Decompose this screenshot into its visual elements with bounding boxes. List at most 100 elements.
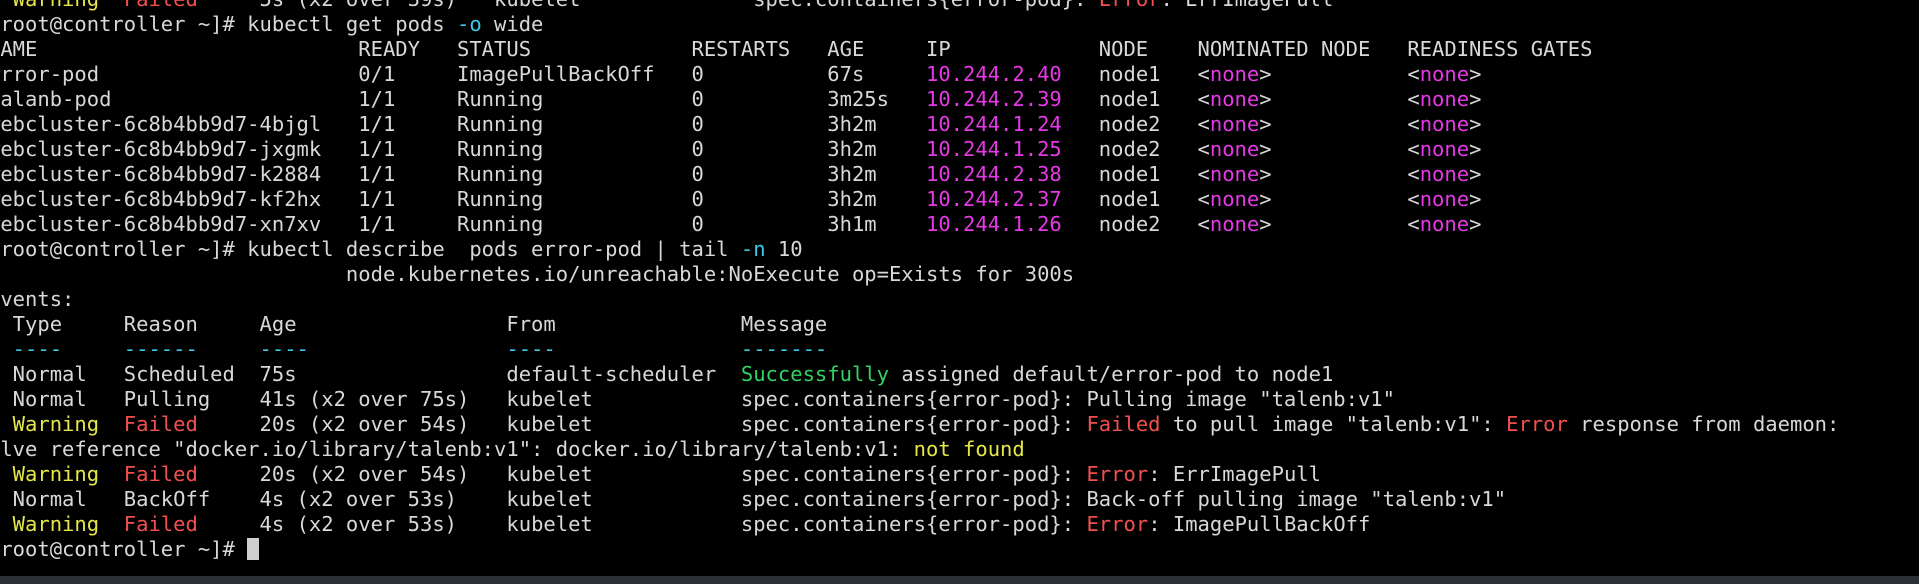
terminal-text: > bbox=[1469, 162, 1482, 186]
terminal-text: [root@controller ~]# bbox=[0, 537, 248, 561]
terminal-text: < bbox=[1197, 212, 1210, 236]
terminal-line: ---- ------ ---- ---- ------- bbox=[0, 337, 1852, 362]
terminal-text: none bbox=[1419, 87, 1470, 111]
terminal-text: webcluster-6c8b4bb9d7-jxgmk 1/1 Running … bbox=[0, 137, 926, 161]
terminal-text: 10.244.2.39 bbox=[926, 87, 1062, 111]
terminal-text: none bbox=[1419, 187, 1470, 211]
terminal-text: < bbox=[1197, 137, 1210, 161]
terminal-text: > bbox=[1259, 112, 1272, 136]
terminal-text: wide bbox=[481, 12, 544, 36]
terminal-text: ---- ------ ---- ---- ------- bbox=[0, 337, 828, 361]
terminal-text: Error bbox=[1099, 0, 1161, 11]
terminal-text: Failed bbox=[124, 0, 198, 11]
terminal-text: > bbox=[1259, 162, 1272, 186]
terminal-text: Error bbox=[1506, 412, 1568, 436]
terminal-text: < bbox=[1197, 162, 1210, 186]
terminal-text: Successfully bbox=[740, 362, 889, 386]
terminal-line: Warning Failed 20s (x2 over 54s) kubelet… bbox=[0, 462, 1852, 487]
terminal-text: > bbox=[1469, 87, 1482, 111]
terminal-text: [root@controller ~]# kubectl get pods bbox=[0, 12, 457, 36]
terminal-text: Failed bbox=[123, 512, 198, 536]
terminal-text: none bbox=[1419, 112, 1470, 136]
terminal-text: 5s (x2 over 39s) kubelet spec.containers… bbox=[198, 0, 1099, 11]
window-bottom-edge bbox=[0, 576, 1919, 584]
terminal-text: 20s (x2 over 54s) kubelet spec.container… bbox=[197, 462, 1087, 486]
terminal-text: none bbox=[1209, 162, 1260, 186]
terminal-line: webcluster-6c8b4bb9d7-xn7xv 1/1 Running … bbox=[0, 212, 1852, 237]
terminal-output: Warning Failed 5s (x2 over 39s) kubelet … bbox=[0, 0, 1852, 562]
terminal-line: olve reference "docker.io/library/talenb… bbox=[0, 437, 1852, 462]
terminal-text: talanb-pod 1/1 Running 0 3m25s bbox=[0, 87, 926, 111]
terminal-text: node.kubernetes.io/unreachable:NoExecute… bbox=[0, 262, 1075, 286]
terminal-text: webcluster-6c8b4bb9d7-xn7xv 1/1 Running … bbox=[0, 212, 926, 236]
terminal-text: > bbox=[1469, 212, 1482, 236]
terminal-text: none bbox=[1419, 137, 1470, 161]
terminal-line: Normal Pulling 41s (x2 over 75s) kubelet… bbox=[0, 387, 1852, 412]
terminal-text: 10.244.2.37 bbox=[926, 187, 1062, 211]
terminal-text: 10.244.1.25 bbox=[926, 137, 1062, 161]
terminal-text: none bbox=[1209, 112, 1260, 136]
terminal-text: > bbox=[1469, 62, 1482, 86]
terminal-line: Normal BackOff 4s (x2 over 53s) kubelet … bbox=[0, 487, 1852, 512]
terminal-line: webcluster-6c8b4bb9d7-k2884 1/1 Running … bbox=[0, 162, 1852, 187]
terminal-text: < bbox=[1197, 87, 1210, 111]
terminal-text: 10.244.2.38 bbox=[926, 162, 1062, 186]
terminal-text: none bbox=[1419, 212, 1470, 236]
terminal-line: Normal Scheduled 75s default-scheduler S… bbox=[0, 362, 1852, 387]
terminal-text: node1 bbox=[1061, 62, 1198, 86]
terminal-text: > bbox=[1259, 212, 1272, 236]
terminal-text: 10.244.1.26 bbox=[926, 212, 1062, 236]
terminal-text: none bbox=[1209, 87, 1260, 111]
terminal-line: Warning Failed 20s (x2 over 54s) kubelet… bbox=[0, 412, 1852, 437]
terminal-text: none bbox=[1419, 162, 1470, 186]
terminal-text: Normal Pulling 41s (x2 over 75s) kubelet… bbox=[0, 387, 1395, 411]
terminal-text: node2 bbox=[1061, 112, 1198, 136]
terminal-text: 20s (x2 over 54s) kubelet spec.container… bbox=[197, 412, 1087, 436]
terminal-text: node2 bbox=[1061, 212, 1198, 236]
terminal-text: Warning bbox=[0, 462, 124, 486]
terminal-text: < bbox=[1407, 112, 1420, 136]
terminal-line: talanb-pod 1/1 Running 0 3m25s 10.244.2.… bbox=[0, 87, 1852, 112]
terminal-text: < bbox=[1407, 87, 1420, 111]
terminal-text: < bbox=[1197, 112, 1210, 136]
terminal-text: : ErrImagePull bbox=[1161, 0, 1334, 11]
terminal-text: < bbox=[1197, 62, 1210, 86]
terminal-text: > bbox=[1469, 137, 1482, 161]
terminal-line: NAME READY STATUS RESTARTS AGE IP NODE N… bbox=[0, 37, 1852, 62]
terminal-text: : ErrImagePull bbox=[1148, 462, 1321, 486]
terminal-text: response from daemon: bbox=[1567, 412, 1852, 436]
terminal-text: assigned default/error-pod to node1 bbox=[888, 362, 1334, 386]
text-cursor[interactable] bbox=[247, 538, 260, 560]
terminal-text: < bbox=[1407, 137, 1420, 161]
terminal-text: > bbox=[1259, 62, 1272, 86]
terminal-line: Warning Failed 4s (x2 over 53s) kubelet … bbox=[0, 512, 1852, 537]
terminal-line: [root@controller ~]# kubectl describe po… bbox=[0, 237, 1852, 262]
terminal-text: < bbox=[1407, 212, 1420, 236]
terminal-line: Events: bbox=[0, 287, 1852, 312]
terminal-text: < bbox=[1407, 62, 1420, 86]
terminal-text: webcluster-6c8b4bb9d7-kf2hx 1/1 Running … bbox=[0, 187, 926, 211]
terminal-text: -n bbox=[740, 237, 766, 261]
terminal-text: none bbox=[1209, 62, 1260, 86]
terminal-text: Warning bbox=[0, 0, 124, 11]
terminal-window[interactable]: Warning Failed 5s (x2 over 39s) kubelet … bbox=[0, 0, 1919, 584]
terminal-text: > bbox=[1259, 187, 1272, 211]
terminal-text: < bbox=[1407, 187, 1420, 211]
terminal-text: Warning bbox=[0, 412, 124, 436]
terminal-text: 10.244.1.24 bbox=[926, 112, 1062, 136]
terminal-text: webcluster-6c8b4bb9d7-k2884 1/1 Running … bbox=[0, 162, 926, 186]
terminal-text: olve reference "docker.io/library/talenb… bbox=[0, 437, 914, 461]
terminal-text: node1 bbox=[1061, 87, 1198, 111]
terminal-text: : ImagePullBackOff bbox=[1148, 512, 1371, 536]
terminal-line: node.kubernetes.io/unreachable:NoExecute… bbox=[0, 262, 1852, 287]
terminal-text: Warning bbox=[0, 512, 124, 536]
terminal-text: webcluster-6c8b4bb9d7-4bjgl 1/1 Running … bbox=[0, 112, 926, 136]
terminal-text: Normal BackOff 4s (x2 over 53s) kubelet … bbox=[0, 487, 1507, 511]
terminal-line: [root@controller ~]# kubectl get pods -o… bbox=[0, 12, 1852, 37]
terminal-line: Warning Failed 5s (x2 over 39s) kubelet … bbox=[0, 0, 1852, 12]
terminal-line: webcluster-6c8b4bb9d7-4bjgl 1/1 Running … bbox=[0, 112, 1852, 137]
